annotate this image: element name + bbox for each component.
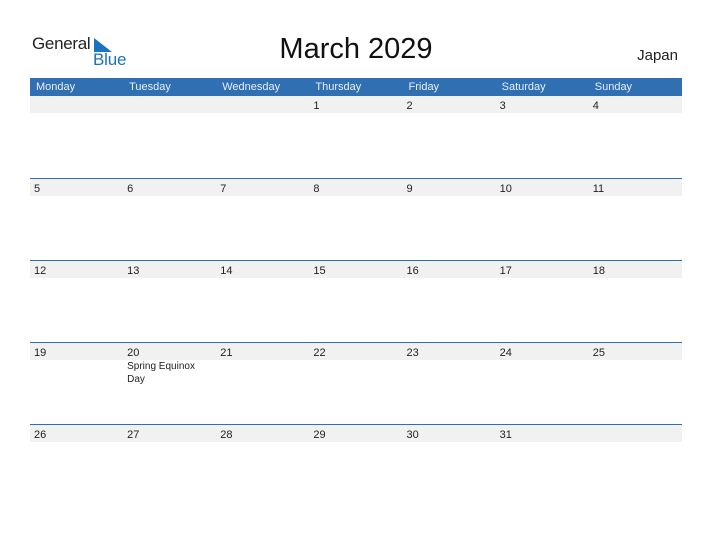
weeks-container: 1 2 3 4 5 6 7 8 9 10 11 12 13 14 15 16 17 18 19 20 Spring Eq… — [30, 96, 682, 506]
day-number: 29 — [313, 429, 326, 441]
weekday-thursday: Thursday — [315, 81, 362, 93]
day-cell: 13 — [123, 261, 216, 278]
day-number: 4 — [592, 100, 599, 112]
day-cell: 10 — [496, 179, 589, 196]
weekday-monday: Monday — [36, 81, 76, 93]
day-number: 9 — [406, 183, 413, 195]
day-number: 7 — [220, 183, 227, 195]
day-number: 18 — [592, 265, 605, 277]
day-cell: 25 — [589, 343, 682, 360]
day-number: 5 — [34, 183, 41, 195]
day-number: 28 — [220, 429, 233, 441]
day-cell: 8 — [309, 179, 402, 196]
day-cell: 27 — [123, 425, 216, 442]
day-number: 14 — [220, 265, 233, 277]
day-cell: 12 — [30, 261, 123, 278]
day-cell — [30, 96, 123, 113]
day-cell: 19 — [30, 343, 123, 360]
weekday-header: Monday Tuesday Wednesday Thursday Friday… — [30, 78, 682, 96]
calendar-title: March 2029 — [279, 33, 433, 65]
day-cell — [589, 425, 682, 442]
day-number: 15 — [313, 265, 326, 277]
day-number: 24 — [499, 347, 512, 359]
day-number-strip: 12 13 14 15 16 17 18 — [30, 261, 682, 278]
day-cell: 15 — [309, 261, 402, 278]
day-cell: 14 — [216, 261, 309, 278]
day-number: 20 — [127, 347, 140, 359]
day-number: 10 — [499, 183, 512, 195]
day-cell: 3 — [496, 96, 589, 113]
weekday-sunday: Sunday — [594, 81, 633, 93]
day-number-strip: 5 6 7 8 9 10 11 — [30, 179, 682, 196]
day-number: 27 — [127, 429, 140, 441]
day-number: 11 — [592, 183, 605, 195]
day-cell: 24 — [496, 343, 589, 360]
day-cell: 20 Spring Equinox Day — [123, 343, 216, 385]
day-cell: 17 — [496, 261, 589, 278]
day-number: 21 — [220, 347, 233, 359]
day-cell: 5 — [30, 179, 123, 196]
day-number: 23 — [406, 347, 419, 359]
day-cell: 28 — [216, 425, 309, 442]
day-cell: 16 — [403, 261, 496, 278]
week-row: 19 20 Spring Equinox Day 21 22 23 24 25 — [30, 342, 682, 424]
day-cell: 23 — [403, 343, 496, 360]
calendar-grid: Monday Tuesday Wednesday Thursday Friday… — [30, 78, 682, 506]
day-cell: 29 — [309, 425, 402, 442]
day-number: 30 — [406, 429, 419, 441]
holiday-label: Spring Equinox Day — [127, 361, 195, 385]
day-number: 13 — [127, 265, 140, 277]
day-number: 1 — [313, 100, 320, 112]
weekday-tuesday: Tuesday — [129, 81, 171, 93]
weekday-wednesday: Wednesday — [222, 81, 281, 93]
day-number-strip: 26 27 28 29 30 31 — [30, 425, 682, 442]
day-number: 26 — [34, 429, 47, 441]
weekday-friday: Friday — [408, 81, 440, 93]
day-cell: 4 — [589, 96, 682, 113]
day-number: 12 — [34, 265, 47, 277]
day-number: 3 — [499, 100, 506, 112]
day-cell: 21 — [216, 343, 309, 360]
day-cell: 9 — [403, 179, 496, 196]
day-number: 25 — [592, 347, 605, 359]
day-cell: 6 — [123, 179, 216, 196]
day-cell: 18 — [589, 261, 682, 278]
day-cell — [216, 96, 309, 113]
day-cell: 30 — [403, 425, 496, 442]
day-cell: 11 — [589, 179, 682, 196]
day-cell — [123, 96, 216, 113]
day-number-strip: 19 20 Spring Equinox Day 21 22 23 24 25 — [30, 343, 682, 385]
day-cell: 1 — [309, 96, 402, 113]
day-number: 6 — [127, 183, 134, 195]
day-number: 22 — [313, 347, 326, 359]
day-number: 31 — [499, 429, 512, 441]
weekday-saturday: Saturday — [501, 81, 546, 93]
day-number: 19 — [34, 347, 47, 359]
day-number-strip: 1 2 3 4 — [30, 96, 682, 113]
day-cell: 2 — [403, 96, 496, 113]
day-number: 17 — [499, 265, 512, 277]
country-label: Japan — [637, 47, 678, 64]
day-number: 16 — [406, 265, 419, 277]
day-number: 2 — [406, 100, 413, 112]
week-row: 1 2 3 4 — [30, 96, 682, 178]
week-row: 26 27 28 29 30 31 — [30, 424, 682, 506]
day-number: 8 — [313, 183, 320, 195]
day-cell: 22 — [309, 343, 402, 360]
day-cell: 26 — [30, 425, 123, 442]
day-cell: 31 — [496, 425, 589, 442]
week-row: 12 13 14 15 16 17 18 — [30, 260, 682, 342]
day-cell: 7 — [216, 179, 309, 196]
week-row: 5 6 7 8 9 10 11 — [30, 178, 682, 260]
